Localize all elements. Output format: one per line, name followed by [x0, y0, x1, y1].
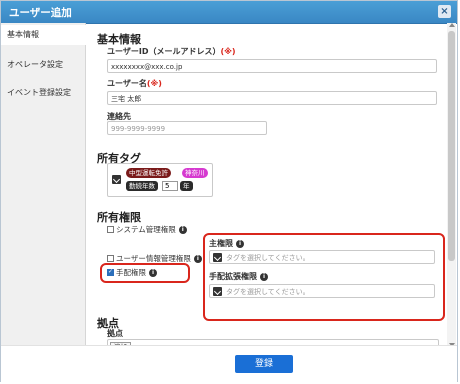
- username-label: ユーザー名(※): [107, 78, 162, 89]
- main-perm-tag-input[interactable]: タグを選択してください。: [209, 250, 435, 264]
- tag-chip-years[interactable]: 勤続年数: [126, 181, 158, 191]
- section-title-perms: 所有権限: [97, 211, 141, 224]
- phone-input[interactable]: 999-9999-9999: [107, 121, 267, 135]
- info-icon[interactable]: i: [149, 269, 157, 277]
- scroll-up-icon[interactable]: [449, 23, 455, 27]
- user-add-dialog: ユーザー追加 × 基本情報 オペレータ設定 イベント登録設定 基本情報 ユーザー…: [0, 0, 458, 384]
- system-admin-checkbox[interactable]: [107, 226, 114, 233]
- info-icon[interactable]: i: [260, 272, 268, 281]
- main-perm-label: 主権限 i: [209, 238, 244, 249]
- ext-perm-tag-input[interactable]: タグを選択してください。: [209, 284, 435, 298]
- years-input[interactable]: 5: [162, 181, 178, 191]
- tag-edit-icon[interactable]: [213, 287, 222, 296]
- info-icon[interactable]: i: [236, 239, 244, 248]
- base-sub-label: 拠点: [107, 329, 123, 338]
- tag-chip[interactable]: 中型運転免許: [126, 168, 171, 178]
- userinfo-admin-text: ユーザー情報管理権限: [116, 254, 191, 263]
- username-label-text: ユーザー名: [107, 79, 147, 88]
- system-admin-text: システム管理権限: [116, 225, 176, 234]
- tag-edit-icon[interactable]: [112, 175, 121, 184]
- main-perm-text: 主権限: [209, 239, 233, 248]
- userid-label: ユーザーID（メールアドレス）(※): [107, 46, 236, 57]
- close-icon[interactable]: ×: [438, 5, 451, 18]
- ext-perm-label: 手配拡張権限 i: [209, 271, 268, 282]
- ext-perm-placeholder: タグを選択してください。: [226, 288, 310, 296]
- dialog-titlebar: ユーザー追加 ×: [1, 1, 457, 24]
- scroll-thumb[interactable]: [448, 31, 455, 261]
- ext-perm-text: 手配拡張権限: [209, 272, 257, 281]
- sidebar-item-operator-settings[interactable]: オペレータ設定: [1, 55, 85, 75]
- userinfo-admin-checkbox[interactable]: [107, 255, 114, 262]
- sidebar: 基本情報 オペレータ設定 イベント登録設定: [1, 23, 86, 383]
- tag-box[interactable]: 中型運転免許 神奈川 勤続年数 5 年: [107, 163, 213, 197]
- vertical-scrollbar[interactable]: [447, 23, 456, 349]
- arrange-checkbox[interactable]: [107, 268, 114, 276]
- sidebar-item-event-settings[interactable]: イベント登録設定: [1, 83, 85, 103]
- dialog-footer: 登録: [1, 345, 457, 384]
- main-perm-placeholder: タグを選択してください。: [226, 254, 310, 262]
- section-title-basic: 基本情報: [97, 33, 141, 46]
- tag-chip[interactable]: 神奈川: [182, 168, 208, 178]
- years-unit: 年: [180, 181, 193, 191]
- main-content: 基本情報 ユーザーID（メールアドレス）(※) xxxxxxxx@xxx.co.…: [93, 23, 445, 345]
- userid-label-text: ユーザーID（メールアドレス）: [107, 47, 221, 56]
- register-button[interactable]: 登録: [235, 355, 293, 373]
- tag-edit-icon[interactable]: [213, 253, 222, 262]
- info-icon[interactable]: i: [178, 226, 187, 234]
- info-icon[interactable]: i: [193, 255, 202, 263]
- system-admin-label: システム管理権限 i: [116, 224, 187, 235]
- username-input[interactable]: 三宅 太郎: [107, 91, 437, 105]
- userid-input[interactable]: xxxxxxxx@xxx.co.jp: [107, 59, 437, 73]
- dialog-title: ユーザー追加: [9, 7, 72, 19]
- years-label: 勤続年数: [129, 182, 155, 190]
- sidebar-item-basic-info[interactable]: 基本情報: [1, 25, 86, 45]
- arrange-text: 手配権限: [116, 268, 146, 277]
- arrange-label: 手配権限 i: [116, 267, 157, 278]
- required-mark: (※): [146, 79, 162, 88]
- required-mark: (※): [220, 47, 236, 56]
